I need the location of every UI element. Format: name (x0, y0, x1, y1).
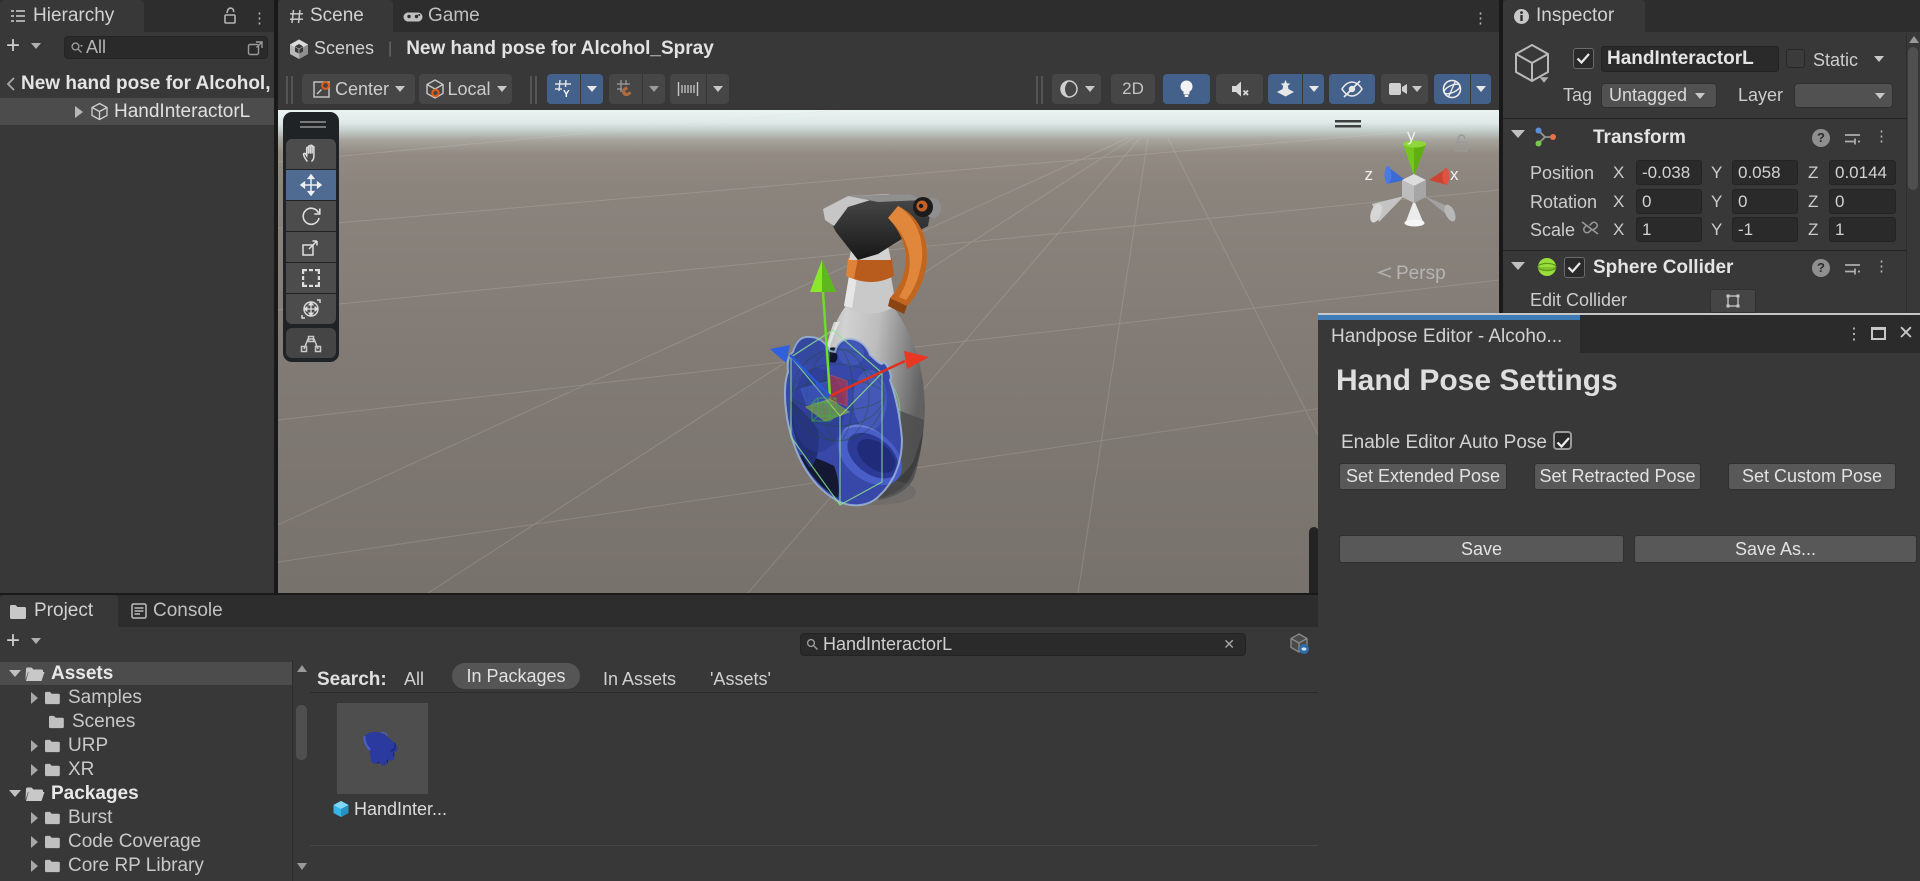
svg-text:Persp: Persp (1396, 263, 1446, 284)
svg-text:y: y (1407, 126, 1416, 145)
svg-text:z: z (1365, 165, 1374, 184)
svg-text:Y: Y (563, 89, 570, 99)
svg-text:x: x (1450, 165, 1459, 184)
